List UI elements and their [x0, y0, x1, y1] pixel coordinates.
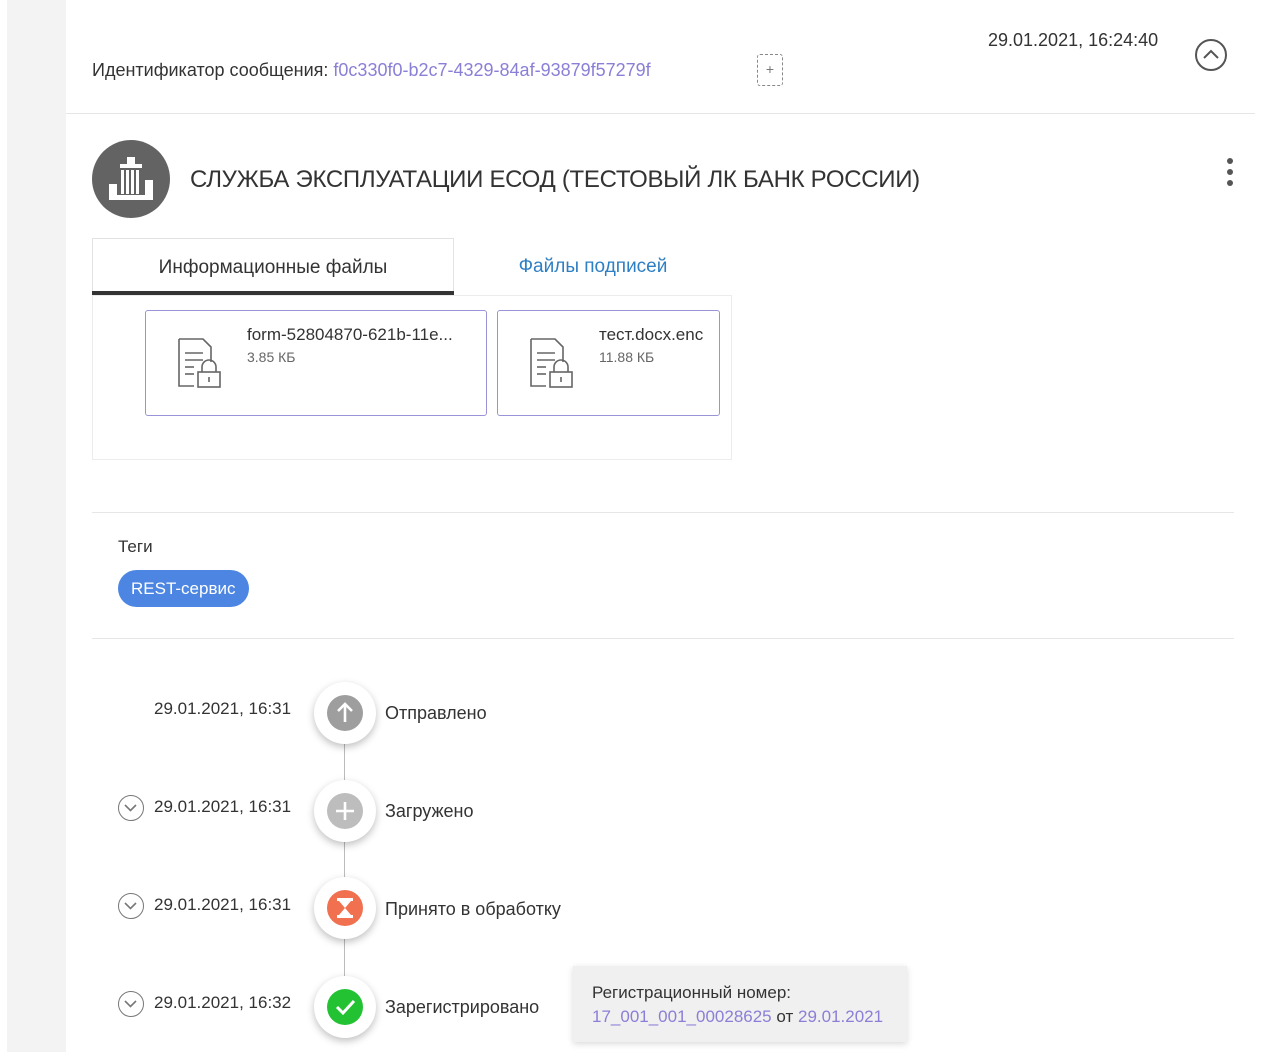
- timeline-status-marker: [314, 877, 376, 939]
- registration-info-box: Регистрационный номер: 17_001_001_000286…: [573, 966, 907, 1042]
- chevron-up-icon: [1203, 49, 1219, 59]
- expand-chevron-icon[interactable]: [118, 991, 144, 1017]
- copy-icon[interactable]: +: [757, 54, 783, 86]
- tab-information-files[interactable]: Информационные файлы: [92, 238, 454, 294]
- locked-document-icon: [530, 338, 573, 388]
- timeline-status: Зарегистрировано: [385, 997, 540, 1017]
- expand-chevron-icon[interactable]: [118, 795, 144, 821]
- section-divider: [92, 512, 1234, 513]
- plus-icon: [327, 793, 363, 829]
- registration-title: Регистрационный номер:: [592, 983, 792, 1002]
- message-id-row: Идентификатор сообщения: f0c330f0-b2c7-4…: [92, 60, 651, 81]
- organization-avatar: [92, 140, 170, 218]
- registration-date-link[interactable]: 29.01.2021: [798, 1007, 883, 1026]
- timeline-status: Принято в обработку: [385, 899, 561, 919]
- tab-label: Информационные файлы: [158, 257, 388, 278]
- tab-label: Файлы подписей: [518, 256, 668, 277]
- file-name: form-52804870-621b-11e...: [247, 325, 453, 344]
- timeline-status-marker: [314, 682, 376, 744]
- file-card[interactable]: тест.docx.enc 11.88 КБ: [497, 310, 720, 416]
- collapse-button[interactable]: [1195, 39, 1227, 71]
- more-menu-icon[interactable]: [1222, 158, 1238, 192]
- file-size: 11.88 КБ: [599, 349, 655, 365]
- timeline-status-marker: [314, 976, 376, 1038]
- timeline-line: [344, 720, 345, 1010]
- message-timestamp: 29.01.2021, 16:24:40: [988, 30, 1159, 50]
- message-id-label: Идентификатор сообщения:: [92, 60, 329, 80]
- left-gutter: [7, 0, 66, 1052]
- message-id-value[interactable]: f0c330f0-b2c7-4329-84af-93879f57279f: [333, 60, 650, 80]
- file-name: тест.docx.enc: [599, 325, 704, 344]
- file-size: 3.85 КБ: [247, 349, 296, 365]
- sender-name: СЛУЖБА ЭКСПЛУАТАЦИИ ЕСОД (ТЕСТОВЫЙ ЛК БА…: [190, 166, 920, 193]
- timeline-status: Отправлено: [385, 703, 487, 723]
- timeline-time: 29.01.2021, 16:31: [154, 699, 292, 718]
- check-icon: [327, 989, 363, 1025]
- header-divider: [66, 113, 1255, 114]
- timeline-time: 29.01.2021, 16:31: [154, 797, 292, 816]
- hourglass-icon: [327, 890, 363, 926]
- timeline-time: 29.01.2021, 16:31: [154, 895, 292, 914]
- arrow-up-icon: [327, 695, 363, 731]
- file-card[interactable]: form-52804870-621b-11e... 3.85 КБ: [145, 310, 487, 416]
- building-icon: [109, 157, 153, 200]
- timeline-status-marker: [314, 780, 376, 842]
- locked-document-icon: [178, 338, 221, 388]
- registration-from-word: от: [776, 1007, 794, 1026]
- section-divider: [92, 638, 1234, 639]
- tags-title: Теги: [118, 537, 153, 556]
- tab-signature-files[interactable]: Файлы подписей: [454, 238, 732, 294]
- timeline-status: Загружено: [385, 801, 474, 821]
- registration-number-row: 17_001_001_00028625 от 29.01.2021: [592, 1007, 883, 1027]
- tag-chip[interactable]: REST-сервис: [118, 570, 249, 607]
- registration-number-link[interactable]: 17_001_001_00028625: [592, 1007, 772, 1026]
- expand-chevron-icon[interactable]: [118, 893, 144, 919]
- timeline-time: 29.01.2021, 16:32: [154, 993, 292, 1012]
